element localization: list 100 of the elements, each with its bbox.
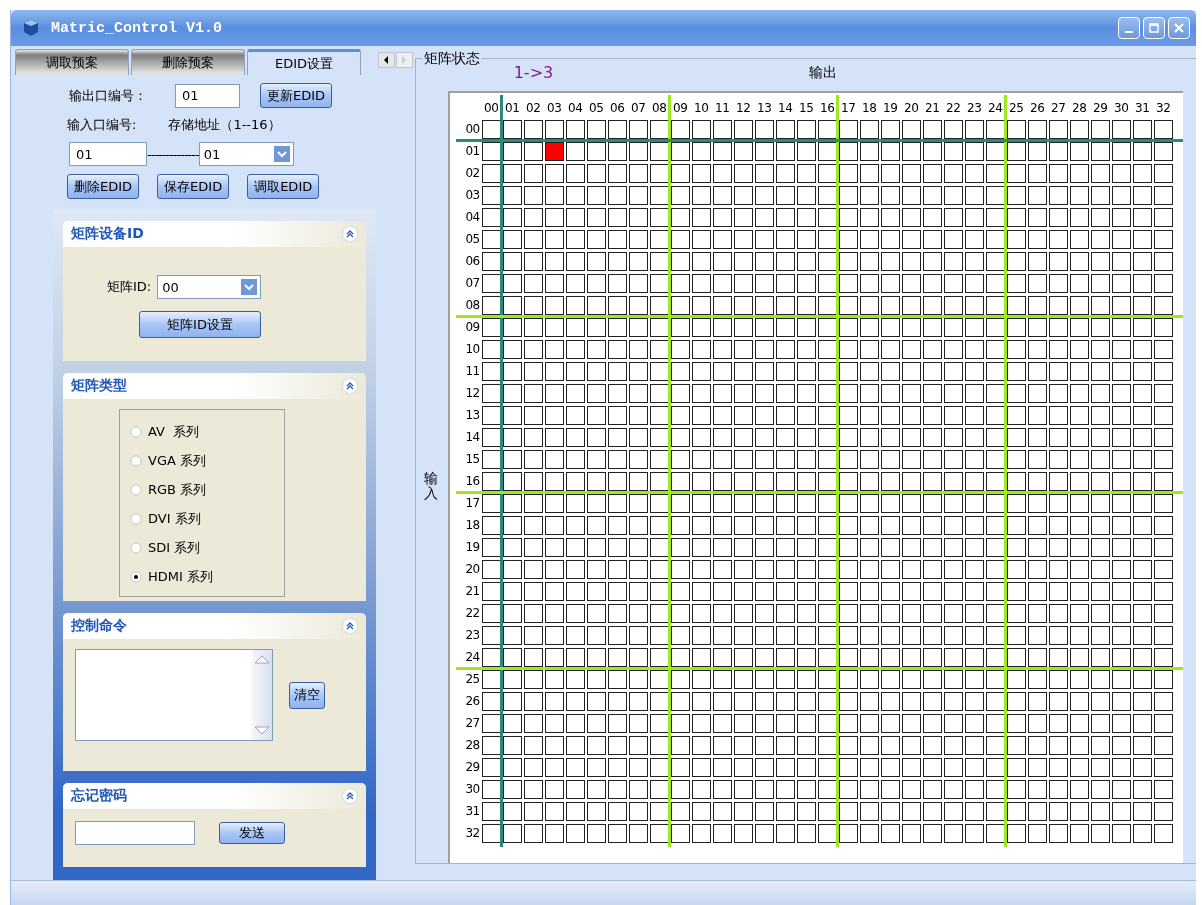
- collapse-icon[interactable]: [341, 788, 358, 804]
- output-number: 28: [1071, 100, 1088, 117]
- output-number: 24: [987, 100, 1004, 117]
- radio-option[interactable]: AV 系列: [130, 422, 284, 442]
- output-number: 23: [966, 100, 983, 117]
- input-number: 08: [464, 297, 480, 314]
- send-button[interactable]: 发送: [219, 822, 285, 844]
- output-number: 14: [777, 100, 794, 117]
- input-number: 16: [464, 473, 480, 490]
- output-number: 10: [693, 100, 710, 117]
- radio-icon[interactable]: [130, 513, 142, 525]
- panel-header[interactable]: 控制命令: [63, 613, 366, 639]
- password-field[interactable]: [75, 821, 195, 845]
- input-number: 22: [464, 605, 480, 622]
- maximize-icon: [1148, 22, 1160, 34]
- clear-button[interactable]: 清空: [289, 681, 325, 709]
- input-number: 21: [464, 583, 480, 600]
- output-number: 27: [1050, 100, 1067, 117]
- output-number: 08: [651, 100, 668, 117]
- input-number: 04: [464, 209, 480, 226]
- command-list[interactable]: [75, 649, 273, 741]
- matrix-id-button[interactable]: 矩阵ID设置: [139, 311, 261, 338]
- tab[interactable]: EDID设置: [247, 49, 361, 75]
- input-number: 18: [464, 517, 480, 534]
- radio-option[interactable]: RGB 系列: [130, 480, 284, 500]
- collapse-icon[interactable]: [341, 378, 358, 394]
- route-text: 1->3: [513, 63, 554, 82]
- input-port-field[interactable]: 01: [69, 142, 147, 166]
- input-number: 26: [464, 693, 480, 710]
- panel-header[interactable]: 忘记密码: [63, 783, 366, 809]
- address-label: 存储地址（1--16）: [168, 116, 281, 134]
- output-port-field[interactable]: 01: [175, 83, 240, 108]
- panel-header[interactable]: 矩阵类型: [63, 373, 366, 399]
- input-number: 05: [464, 231, 480, 248]
- output-number: 01: [504, 100, 521, 117]
- panel-header[interactable]: 矩阵设备ID: [63, 221, 366, 247]
- tab[interactable]: 调取预案: [15, 49, 129, 75]
- output-number: 15: [798, 100, 815, 117]
- radio-icon[interactable]: [130, 542, 142, 554]
- output-number: 12: [735, 100, 752, 117]
- input-number: 12: [464, 385, 480, 402]
- update-edid-button[interactable]: 更新EDID: [260, 83, 333, 108]
- right-arrow-icon: [400, 55, 409, 65]
- radio-option[interactable]: SDI 系列: [130, 538, 284, 558]
- minimize-icon: [1125, 31, 1133, 33]
- input-number: 01: [464, 143, 480, 160]
- input-number: 31: [464, 803, 480, 820]
- close-button[interactable]: [1168, 17, 1190, 39]
- input-number: 15: [464, 451, 480, 468]
- input-number: 28: [464, 737, 480, 754]
- input-number: 03: [464, 187, 480, 204]
- window-title: Matric_Control V1.0: [51, 19, 224, 37]
- edid-button[interactable]: 保存EDID: [157, 174, 230, 199]
- output-port-label: 输出口编号：: [69, 86, 148, 105]
- radio-option[interactable]: DVI 系列: [130, 509, 284, 529]
- radio-icon[interactable]: [130, 426, 142, 438]
- output-number: 11: [714, 100, 731, 117]
- cube-icon: [21, 18, 41, 38]
- input-number: 14: [464, 429, 480, 446]
- left-arrow-icon: [382, 55, 391, 65]
- radio-icon[interactable]: [130, 455, 142, 467]
- output-number: 31: [1134, 100, 1151, 117]
- radio-option[interactable]: VGA 系列: [130, 451, 284, 471]
- edid-button[interactable]: 调取EDID: [247, 174, 320, 199]
- edid-button[interactable]: 删除EDID: [67, 174, 140, 199]
- radio-option[interactable]: HDMI 系列: [130, 567, 284, 587]
- scroll-left-button[interactable]: [377, 52, 395, 68]
- panel-title: 忘记密码: [71, 787, 127, 805]
- tab[interactable]: 删除预案: [131, 49, 245, 75]
- output-number: 02: [525, 100, 542, 117]
- input-number: 07: [464, 275, 480, 292]
- output-number: 22: [945, 100, 962, 117]
- matrix-id-dropdown[interactable]: 00: [157, 275, 262, 299]
- input-number: 25: [464, 671, 480, 688]
- address-dropdown[interactable]: 01: [198, 142, 294, 166]
- input-number: 02: [464, 165, 480, 182]
- output-number: 05: [588, 100, 605, 117]
- output-number: 07: [630, 100, 647, 117]
- output-number: 09: [672, 100, 689, 117]
- radio-icon[interactable]: [130, 571, 142, 583]
- output-number: 21: [924, 100, 941, 117]
- input-number: 11: [464, 363, 480, 380]
- output-number: 13: [756, 100, 773, 117]
- input-number: 20: [464, 561, 480, 578]
- output-number: 16: [819, 100, 836, 117]
- collapse-icon[interactable]: [341, 618, 358, 634]
- input-number: 13: [464, 407, 480, 424]
- input-number: 24: [464, 649, 480, 666]
- panel-title: 控制命令: [71, 617, 127, 635]
- input-number: 19: [464, 539, 480, 556]
- input-number: 27: [464, 715, 480, 732]
- input-number: 00: [464, 121, 480, 138]
- input-axis-label: 输入: [423, 471, 438, 502]
- radio-icon[interactable]: [130, 484, 142, 496]
- input-number: 23: [464, 627, 480, 644]
- minimize-button[interactable]: [1118, 17, 1140, 39]
- collapse-icon[interactable]: [341, 226, 358, 242]
- input-number: 06: [464, 253, 480, 270]
- output-number: 29: [1092, 100, 1109, 117]
- maximize-button[interactable]: [1143, 17, 1165, 39]
